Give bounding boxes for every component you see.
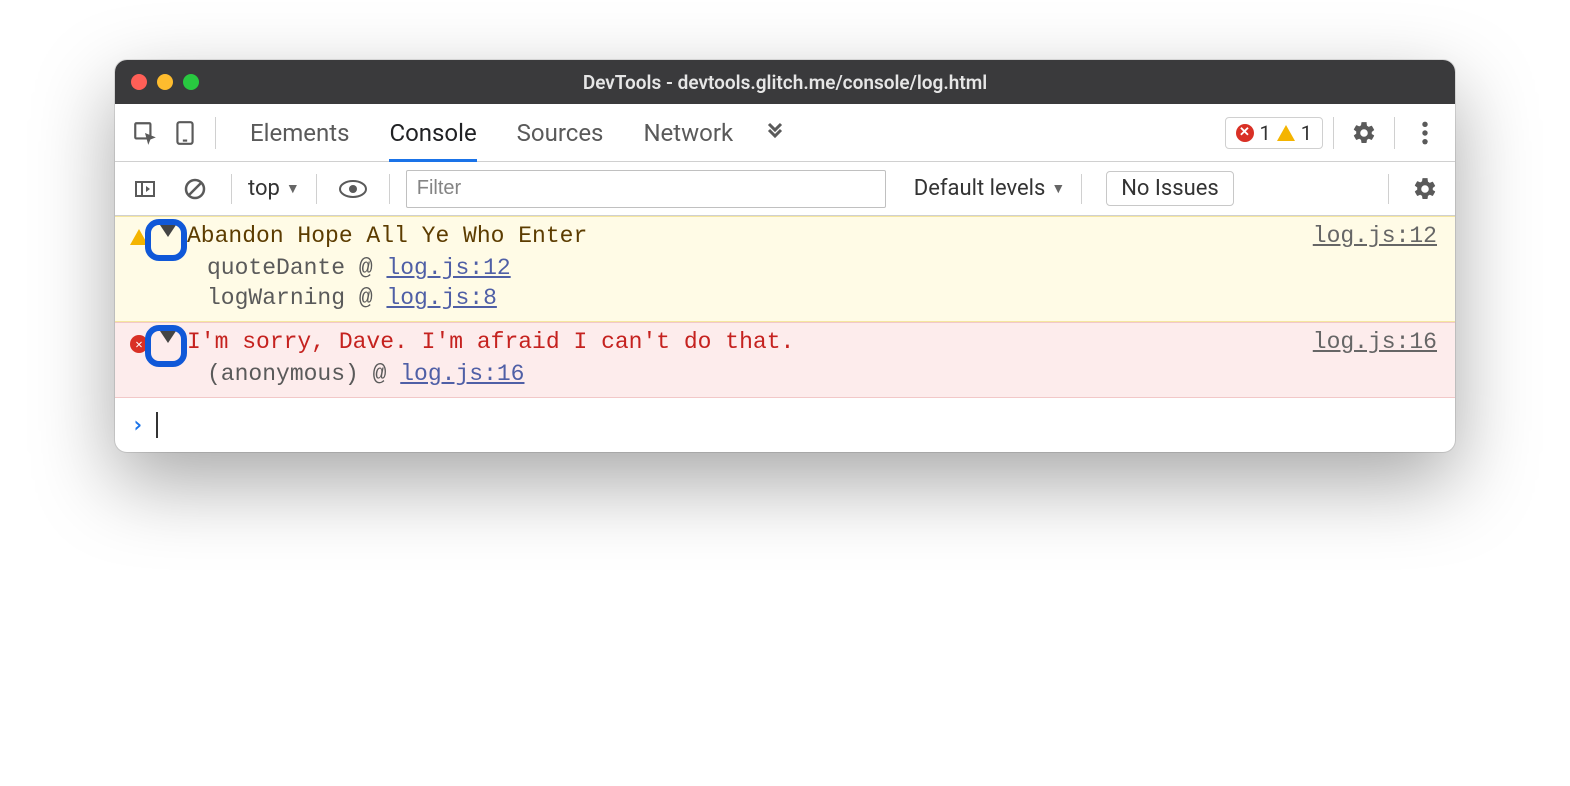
- tab-network[interactable]: Network: [643, 107, 733, 159]
- error-count: 1: [1260, 121, 1271, 145]
- source-link[interactable]: log.js:12: [1313, 223, 1437, 249]
- more-tabs-icon[interactable]: [763, 121, 787, 145]
- source-link[interactable]: log.js:16: [1313, 329, 1437, 355]
- error-text: I'm sorry, Dave. I'm afraid I can't do t…: [187, 329, 1293, 355]
- text-cursor: [156, 412, 158, 438]
- console-messages: Abandon Hope All Ye Who Enter quoteDante…: [115, 216, 1455, 452]
- devtools-window: DevTools - devtools.glitch.me/console/lo…: [115, 60, 1455, 452]
- stack-fn: (anonymous): [207, 361, 359, 387]
- console-error-message: ✕ I'm sorry, Dave. I'm afraid I can't do…: [115, 322, 1455, 398]
- tab-console[interactable]: Console: [389, 107, 476, 159]
- chevron-down-icon: ▼: [286, 180, 300, 197]
- titlebar: DevTools - devtools.glitch.me/console/lo…: [115, 60, 1455, 104]
- tab-elements[interactable]: Elements: [250, 107, 349, 159]
- context-label: top: [248, 176, 280, 201]
- error-badge-icon: ✕: [1236, 124, 1254, 142]
- tab-sources[interactable]: Sources: [517, 107, 604, 159]
- issues-label: No Issues: [1121, 176, 1219, 201]
- issues-button[interactable]: No Issues: [1106, 171, 1234, 206]
- expand-toggle[interactable]: [153, 225, 183, 237]
- window-title: DevTools - devtools.glitch.me/console/lo…: [115, 71, 1455, 94]
- kebab-menu-icon[interactable]: [1405, 113, 1445, 153]
- error-warning-counts[interactable]: ✕ 1 1: [1225, 117, 1324, 149]
- warning-badge-icon: [1277, 125, 1295, 141]
- minimize-window-button[interactable]: [157, 74, 173, 90]
- traffic-lights: [131, 74, 199, 90]
- stack-trace: (anonymous) @ log.js:16: [207, 361, 1293, 387]
- warning-count: 1: [1301, 121, 1312, 145]
- console-toolbar: top ▼ Default levels ▼ No Issues: [115, 162, 1455, 216]
- stack-frame: (anonymous) @ log.js:16: [207, 361, 1293, 387]
- prompt-caret-icon: ›: [131, 413, 144, 438]
- log-levels-selector[interactable]: Default levels ▼: [914, 176, 1065, 201]
- device-toggle-icon[interactable]: [165, 113, 205, 153]
- filter-input[interactable]: [406, 170, 886, 208]
- clear-console-icon[interactable]: [175, 169, 215, 209]
- stack-frame: logWarning @ log.js:8: [207, 285, 1293, 311]
- inspect-element-icon[interactable]: [125, 113, 165, 153]
- settings-icon[interactable]: [1344, 113, 1384, 153]
- stack-frame: quoteDante @ log.js:12: [207, 255, 1293, 281]
- toggle-sidebar-icon[interactable]: [125, 169, 165, 209]
- stack-link[interactable]: log.js:16: [400, 361, 524, 387]
- context-selector[interactable]: top ▼: [248, 176, 300, 201]
- panel-tabs: Elements Console Sources Network: [250, 107, 733, 159]
- chevron-down-icon: ▼: [1051, 180, 1065, 197]
- console-settings-icon[interactable]: [1405, 169, 1445, 209]
- live-expression-icon[interactable]: [333, 169, 373, 209]
- expand-toggle[interactable]: [153, 331, 183, 343]
- maximize-window-button[interactable]: [183, 74, 199, 90]
- main-toolbar: Elements Console Sources Network ✕ 1 1: [115, 104, 1455, 162]
- console-prompt[interactable]: ›: [115, 398, 1455, 452]
- stack-fn: logWarning: [207, 285, 345, 311]
- stack-fn: quoteDante: [207, 255, 345, 281]
- highlight-ring: [145, 325, 187, 367]
- highlight-ring: [145, 219, 187, 261]
- stack-trace: quoteDante @ log.js:12 logWarning @ log.…: [207, 255, 1293, 311]
- close-window-button[interactable]: [131, 74, 147, 90]
- warning-text: Abandon Hope All Ye Who Enter: [187, 223, 1293, 249]
- stack-link[interactable]: log.js:12: [386, 255, 510, 281]
- stack-link[interactable]: log.js:8: [386, 285, 496, 311]
- levels-label: Default levels: [914, 176, 1046, 201]
- console-warning-message: Abandon Hope All Ye Who Enter quoteDante…: [115, 216, 1455, 322]
